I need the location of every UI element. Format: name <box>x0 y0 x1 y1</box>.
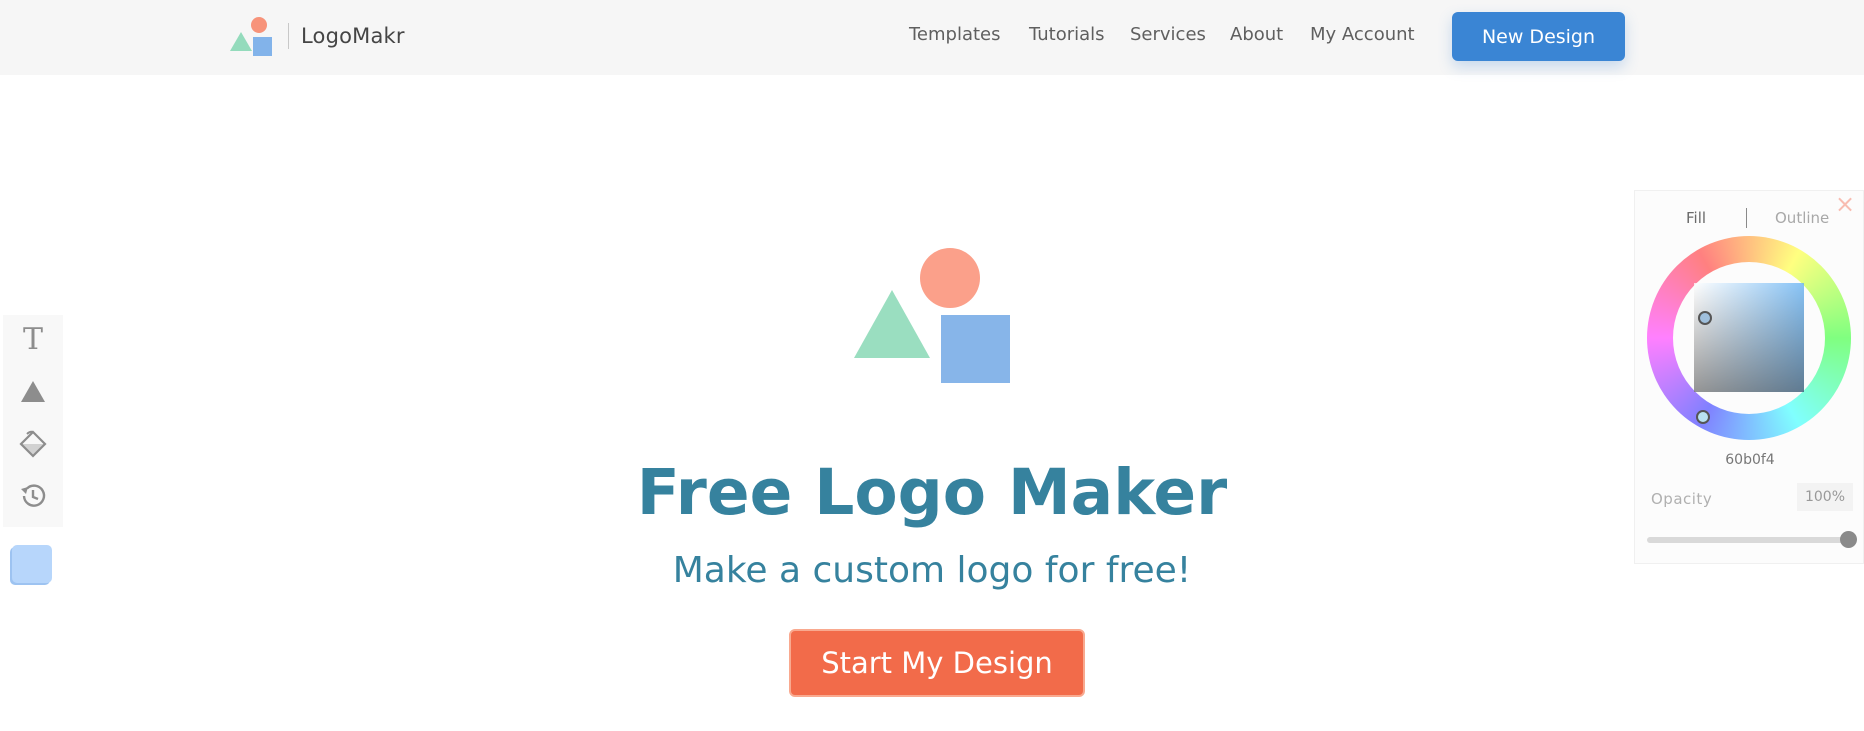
nav-templates[interactable]: Templates <box>909 24 1001 45</box>
opacity-slider-thumb[interactable] <box>1840 531 1857 548</box>
history-icon <box>21 484 46 507</box>
paint-bucket-icon <box>19 430 47 458</box>
tab-fill[interactable]: Fill <box>1686 209 1706 227</box>
opacity-label: Opacity <box>1651 490 1713 508</box>
new-design-button[interactable]: New Design <box>1452 12 1625 61</box>
logo-square-shape <box>941 315 1010 383</box>
hue-handle[interactable] <box>1696 410 1710 424</box>
brand-name: LogoMakr <box>301 24 405 48</box>
fill-tool-button[interactable] <box>18 429 48 459</box>
hero-logo-shapes <box>854 248 1010 383</box>
history-tool-button[interactable] <box>18 481 48 511</box>
nav-tutorials[interactable]: Tutorials <box>1029 24 1105 45</box>
logo-circle-shape <box>920 248 980 308</box>
color-picker-panel: × Fill Outline 60b0f4 Opacity 100% <box>1634 190 1864 564</box>
logo-triangle-shape <box>854 290 930 358</box>
logomakr-logo-icon <box>230 17 272 56</box>
nav-services[interactable]: Services <box>1130 24 1206 45</box>
shape-tool-button[interactable] <box>18 377 48 407</box>
opacity-slider[interactable] <box>1647 537 1847 543</box>
opacity-value-field[interactable]: 100% <box>1797 483 1853 511</box>
hex-color-value[interactable]: 60b0f4 <box>1635 452 1864 468</box>
text-tool-icon: T <box>22 322 43 357</box>
saturation-value-square[interactable] <box>1694 283 1804 392</box>
close-icon[interactable]: × <box>1835 192 1855 216</box>
tab-outline[interactable]: Outline <box>1775 209 1829 227</box>
saturation-value-handle[interactable] <box>1698 311 1712 325</box>
brand-link[interactable]: LogoMakr <box>229 14 405 58</box>
brand-divider <box>288 23 289 49</box>
tab-divider <box>1746 208 1747 228</box>
top-navbar: LogoMakr Templates Tutorials Services Ab… <box>0 0 1864 75</box>
left-toolbar: T <box>3 315 63 527</box>
nav-about[interactable]: About <box>1230 24 1283 45</box>
nav-my-account[interactable]: My Account <box>1310 24 1415 45</box>
current-color-swatch[interactable] <box>12 545 52 583</box>
text-tool-button[interactable]: T <box>18 325 48 355</box>
hero-title: Free Logo Maker <box>636 456 1228 529</box>
hero-subtitle: Make a custom logo for free! <box>672 550 1192 591</box>
triangle-icon <box>21 381 45 402</box>
start-my-design-button[interactable]: Start My Design <box>789 629 1085 697</box>
